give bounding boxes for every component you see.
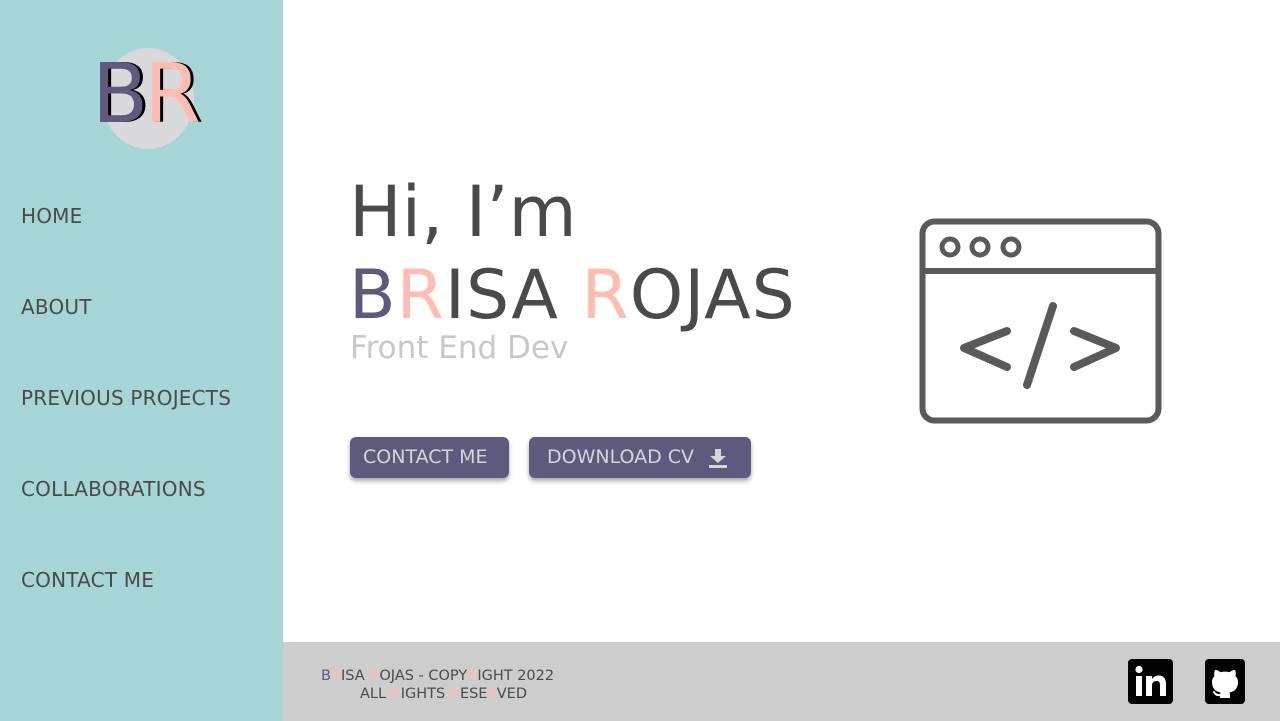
sidebar: B B R R HOME ABOUT PREVIOUS PROJECTS COL… [0, 0, 283, 721]
logo[interactable]: B B R R [92, 47, 204, 150]
logo-letter-b: B [92, 47, 149, 142]
footer-copyright: BRISA ROJAS - COPYRIGHT 2022 [321, 668, 554, 684]
footer-initial-b: B [321, 668, 331, 684]
page: B B R R HOME ABOUT PREVIOUS PROJECTS COL… [0, 0, 1280, 721]
nav-item-previous-projects[interactable]: PREVIOUS PROJECTS [21, 386, 231, 410]
nav-item-contact-me[interactable]: CONTACT ME [21, 568, 154, 592]
nav-item-about[interactable]: ABOUT [21, 295, 92, 319]
github-icon[interactable] [1205, 659, 1245, 704]
hero-name-ojas: OJAS [629, 256, 796, 335]
footer-text: IGHT 2022 [477, 668, 555, 684]
download-cv-button[interactable]: DOWNLOAD CV [529, 437, 751, 478]
linkedin-icon[interactable] [1128, 659, 1173, 704]
footer: BRISA ROJAS - COPYRIGHT 2022 ALL RIGHTS … [283, 642, 1280, 721]
footer-text: OJAS - COPY [379, 668, 468, 684]
footer-letter-r: R [330, 668, 342, 684]
footer-letter-r: R [369, 668, 380, 684]
footer-text: ESE [459, 686, 488, 702]
contact-me-button-label: CONTACT ME [363, 446, 488, 468]
footer-text: IGHTS [400, 686, 450, 702]
hero-subtitle: Front End Dev [350, 330, 569, 366]
footer-text: ALL [360, 686, 391, 702]
hero-name-r: R [396, 256, 445, 335]
footer-text: ISA [341, 668, 370, 684]
hero-name-initial-b: B [349, 256, 397, 335]
hero-greeting: Hi, I’m [349, 171, 577, 253]
download-cv-button-label: DOWNLOAD CV [547, 446, 695, 468]
footer-letter-r: R [487, 686, 497, 702]
footer-rights: ALL RIGHTS RESERVED [360, 686, 527, 702]
nav-item-collaborations[interactable]: COLLABORATIONS [21, 477, 206, 501]
hero-name-initial-r: R [581, 256, 630, 335]
contact-me-button[interactable]: CONTACT ME [350, 437, 509, 478]
footer-letter-r: R [467, 668, 478, 684]
footer-letter-r: R [390, 686, 401, 702]
footer-text: VED [496, 686, 528, 702]
code-window-icon [919, 218, 1162, 424]
hero-name: BRISA ROJAS [349, 256, 796, 336]
download-icon [709, 449, 727, 468]
logo-letter-r: R [144, 47, 201, 142]
hero-name-isa: ISA [444, 256, 582, 335]
footer-letter-r: R [449, 686, 460, 702]
nav-item-home[interactable]: HOME [21, 204, 82, 228]
